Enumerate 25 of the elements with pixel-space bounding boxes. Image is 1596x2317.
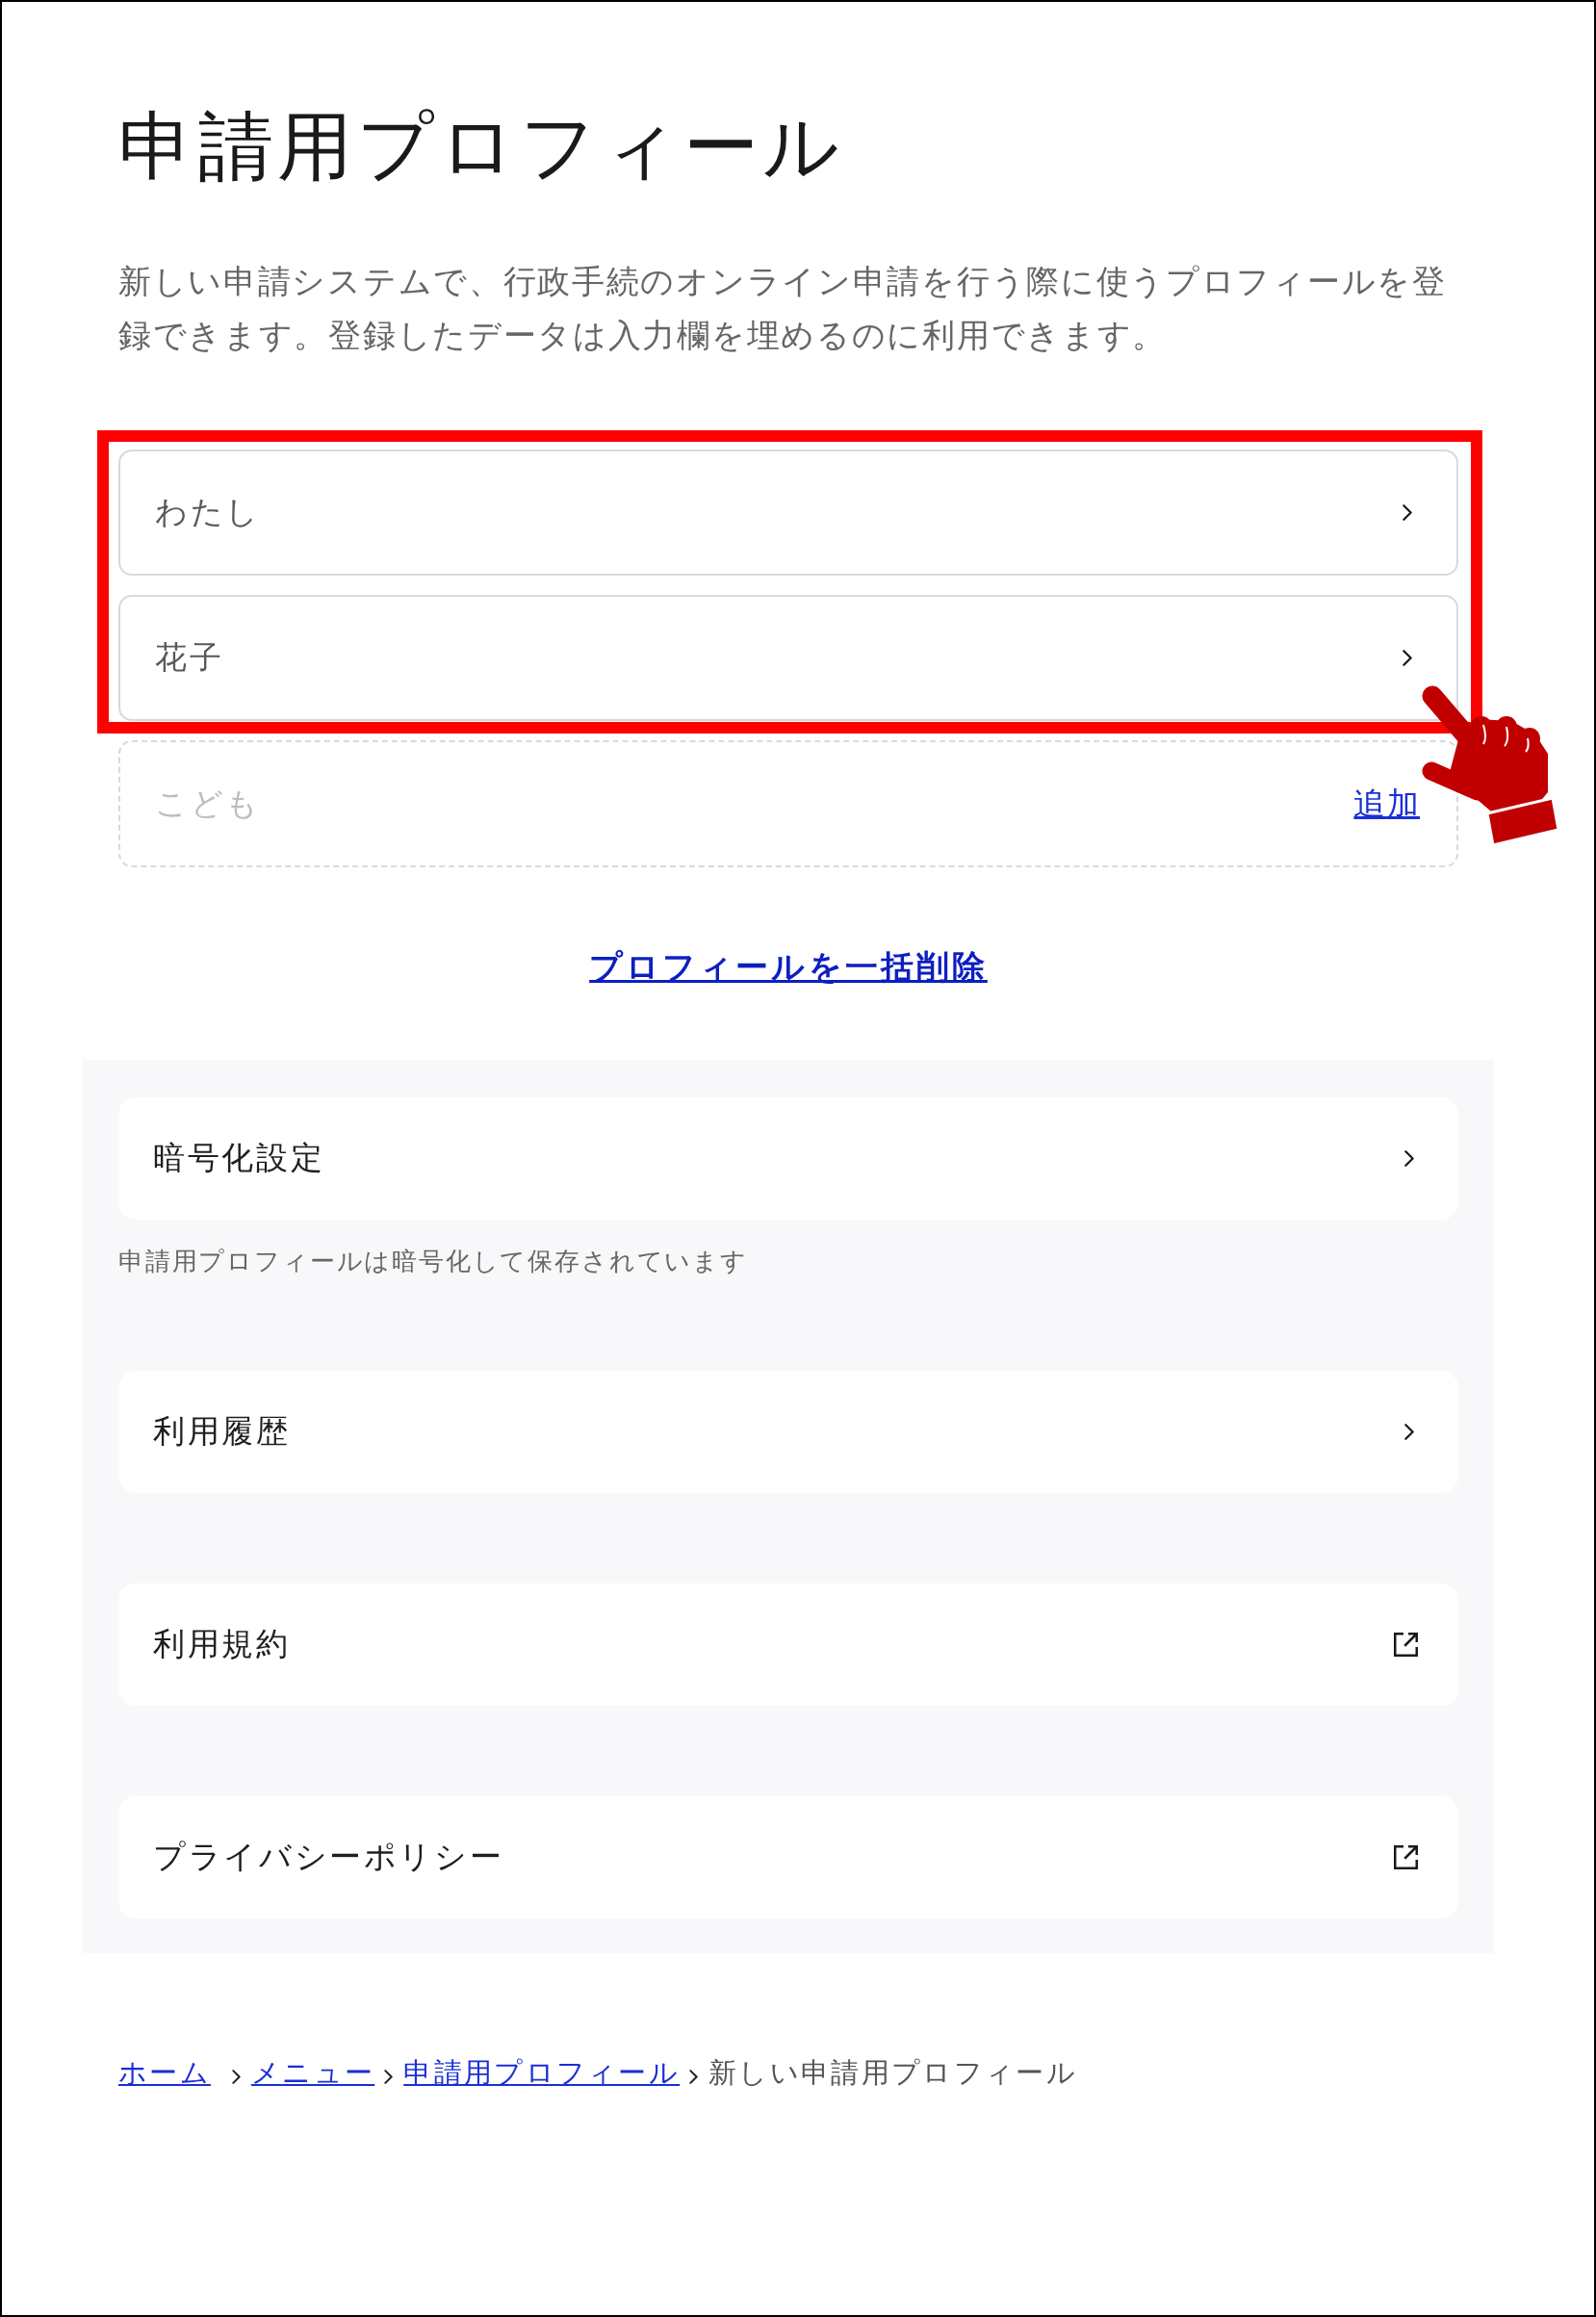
page-description: 新しい申請システムで、行政手続のオンライン申請を行う際に使うプロフィールを登録できます。登録したデータは入力欄を埋めるのに利用できます。 [118, 260, 1448, 356]
bulk-delete-link[interactable]: プロフィールを一括削除 [589, 941, 988, 991]
profile-item[interactable]: わたし [118, 449, 1458, 576]
breadcrumb-link[interactable]: メニュー [250, 2051, 375, 2095]
encryption-note: 申請用プロフィールは暗号化して保存されています [118, 1245, 749, 1277]
settings-item[interactable]: 暗号化設定 [118, 1096, 1458, 1220]
profile-item[interactable]: 花子 [118, 594, 1458, 721]
chevron-right-icon [231, 2069, 241, 2084]
page-title: 申請用プロフィール [118, 102, 846, 192]
chevron-right-icon [689, 2069, 699, 2084]
chevron-right-icon [384, 2069, 394, 2084]
add-profile-link[interactable]: 追加 [1353, 779, 1420, 828]
settings-item[interactable]: 利用規約 [118, 1583, 1458, 1706]
settings-item[interactable]: プライバシーポリシー [118, 1795, 1458, 1918]
breadcrumb-current: 新しい申請用プロフィール [708, 2054, 1077, 2091]
breadcrumb-link[interactable]: 申請用プロフィール [403, 2051, 681, 2095]
chevron-right-icon [1404, 1149, 1414, 1167]
chevron-right-icon [1403, 503, 1412, 521]
profile-placeholder-label: こども [155, 783, 261, 824]
chevron-right-icon [1404, 1423, 1414, 1440]
settings-item[interactable]: 利用履歴 [118, 1370, 1458, 1493]
breadcrumb-link[interactable]: ホーム [118, 2051, 211, 2095]
chevron-right-icon [1403, 649, 1412, 666]
external-link-icon [1394, 1632, 1418, 1657]
external-link-icon [1394, 1844, 1418, 1869]
